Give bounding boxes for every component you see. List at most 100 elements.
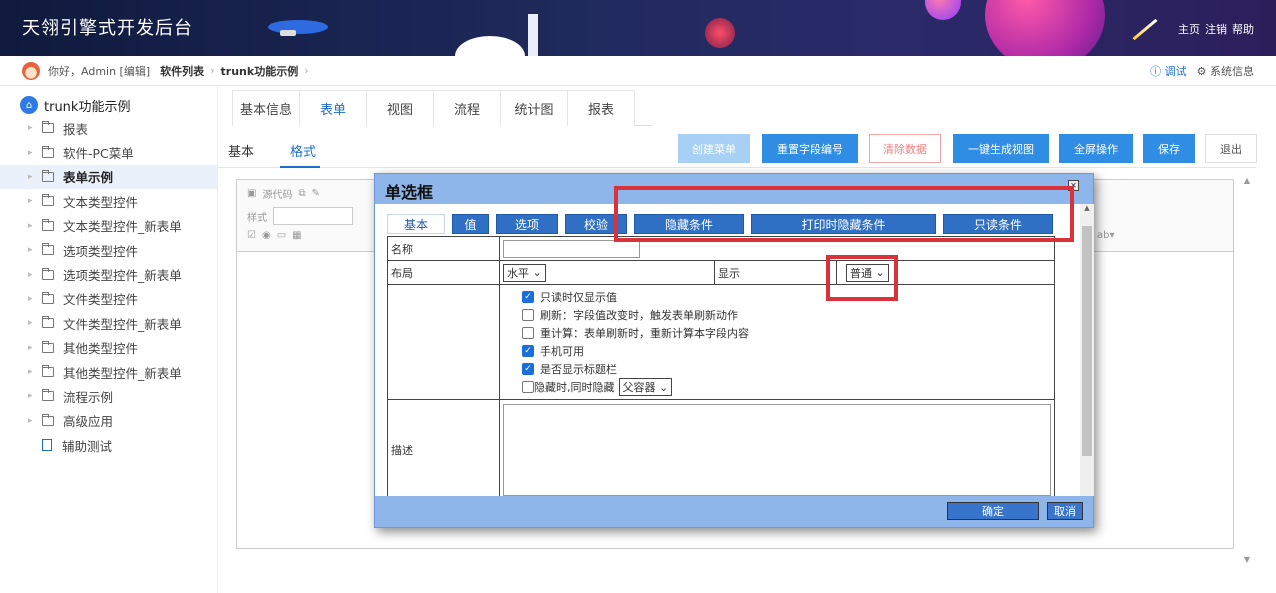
sidebar-item-label: 选项类型控件_新表单 bbox=[63, 268, 182, 284]
cancel-button[interactable]: 取消 bbox=[1047, 502, 1083, 520]
dialog-tab-value[interactable]: 值 bbox=[452, 214, 489, 234]
option-checkbox[interactable]: ✓ bbox=[522, 345, 534, 357]
debug-link[interactable]: ⓘ 调试 bbox=[1150, 63, 1187, 79]
debug-label: 调试 bbox=[1164, 65, 1187, 78]
sysinfo-link[interactable]: ⚙ 系统信息 bbox=[1197, 63, 1254, 79]
field-form: 名称 布局 水平 ⌄ 显示 普通 ⌄ ✓ 只读时仅显示值 刷新：字段值改变时，触发表… bbox=[387, 236, 1055, 496]
option-checkbox[interactable] bbox=[522, 309, 534, 321]
checkbox-icon[interactable]: ☑ bbox=[247, 230, 256, 241]
desc-label: 描述 bbox=[387, 399, 500, 496]
chevron-right-icon[interactable]: ▸ bbox=[28, 367, 42, 377]
create-menu-button[interactable]: 创建菜单 bbox=[678, 134, 750, 163]
source-code-icon[interactable]: ▣ bbox=[247, 188, 256, 199]
avatar[interactable] bbox=[22, 61, 40, 80]
chevron-right-icon[interactable]: ▸ bbox=[28, 416, 42, 426]
sidebar-item[interactable]: ▸ 文件类型控件_新表单 bbox=[0, 311, 217, 335]
ok-button[interactable]: 确定 bbox=[947, 502, 1039, 520]
option-checkbox[interactable]: ✓ bbox=[522, 363, 534, 375]
sidebar-item[interactable]: ▸ 流程示例 bbox=[0, 384, 217, 408]
tab-basic-info[interactable]: 基本信息 bbox=[232, 90, 300, 126]
lighthouse-decoration bbox=[528, 14, 538, 56]
container-select[interactable]: 父容器 ⌄ bbox=[618, 378, 673, 396]
sidebar-item[interactable]: ▸ 选项类型控件 bbox=[0, 238, 217, 262]
layout-select[interactable]: 水平 ⌄ bbox=[503, 263, 546, 282]
sidebar-item-label: 辅助测试 bbox=[62, 438, 113, 454]
check-row: ✓ 是否显示标题栏 bbox=[522, 360, 1054, 378]
blimp-decoration bbox=[268, 20, 328, 36]
scroll-up-icon[interactable]: ▲ bbox=[1080, 204, 1094, 212]
chevron-right-icon[interactable]: ▸ bbox=[28, 270, 42, 280]
name-input[interactable] bbox=[503, 239, 640, 258]
color-icon[interactable]: ab▾ bbox=[1097, 230, 1115, 241]
sidebar-item[interactable]: ▸ 选项类型控件_新表单 bbox=[0, 262, 217, 286]
clear-data-button[interactable]: 清除数据 bbox=[869, 134, 941, 163]
scroll-thumb[interactable] bbox=[1082, 226, 1092, 456]
reset-field-button[interactable]: 重置字段编号 bbox=[762, 134, 858, 163]
tab-chart[interactable]: 统计图 bbox=[500, 90, 568, 126]
dialog-tab-options[interactable]: 选项 bbox=[496, 214, 558, 234]
tab-report[interactable]: 报表 bbox=[567, 90, 635, 126]
sidebar-item[interactable]: ▸ 其他类型控件_新表单 bbox=[0, 360, 217, 384]
sidebar-item[interactable]: ▸ 高级应用 bbox=[0, 409, 217, 433]
chevron-right-icon[interactable]: ▸ bbox=[28, 294, 42, 304]
folder-icon bbox=[42, 267, 54, 280]
breadcrumb-current[interactable]: trunk功能示例 bbox=[221, 63, 299, 79]
logout-link[interactable]: 注销 bbox=[1205, 21, 1227, 37]
generate-view-button[interactable]: 一键生成视图 bbox=[953, 134, 1049, 163]
save-button[interactable]: 保存 bbox=[1143, 134, 1195, 163]
source-code-button[interactable]: 源代码 bbox=[262, 186, 292, 201]
table-icon[interactable]: ▦ bbox=[292, 230, 301, 241]
sidebar-item-label: 文本类型控件_新表单 bbox=[63, 219, 182, 235]
chevron-right-icon[interactable]: ▸ bbox=[28, 343, 42, 353]
sidebar-item[interactable]: ▸ 文件类型控件 bbox=[0, 287, 217, 311]
check-row: ✓ 只读时仅显示值 bbox=[522, 288, 1054, 306]
chevron-right-icon[interactable]: ▸ bbox=[28, 391, 42, 401]
sidebar-item[interactable]: ▸ 其他类型控件 bbox=[0, 336, 217, 360]
chevron-right-icon[interactable]: ▸ bbox=[28, 172, 42, 182]
chevron-right-icon[interactable]: ▸ bbox=[28, 245, 42, 255]
subtab-format[interactable]: 格式 bbox=[290, 141, 316, 160]
chevron-right-icon[interactable]: ▸ bbox=[28, 318, 42, 328]
tree-list: ▸ 报表 ▸ 软件-PC菜单 ▸ 表单示例 ▸ 文本类型控件 ▸ 文本类型控件_新表单 ▸ 选项类型控… bbox=[0, 116, 217, 433]
help-link[interactable]: 帮助 bbox=[1232, 21, 1254, 37]
radio-icon[interactable]: ◉ bbox=[262, 230, 271, 241]
tree-root[interactable]: ⌂ trunk功能示例 bbox=[0, 94, 217, 116]
sidebar-item[interactable]: ▸ 表单示例 bbox=[0, 164, 217, 190]
sidebar-item[interactable]: ▸ 报表 bbox=[0, 116, 217, 140]
breadcrumb-software-list[interactable]: 软件列表 bbox=[160, 63, 204, 79]
greeting-text[interactable]: 你好，Admin [编辑] bbox=[48, 63, 150, 79]
option-checkbox[interactable]: ✓ bbox=[522, 291, 534, 303]
chevron-right-icon[interactable]: ▸ bbox=[28, 123, 42, 133]
folder-icon bbox=[42, 316, 54, 329]
check-list: ✓ 只读时仅显示值 刷新：字段值改变时，触发表单刷新动作 重计算：表单刷新时，重新计算… bbox=[522, 288, 1054, 378]
dialog-tab-basic[interactable]: 基本 bbox=[387, 214, 445, 234]
sidebar-item[interactable]: ▸ 文本类型控件_新表单 bbox=[0, 214, 217, 238]
exit-button[interactable]: 退出 bbox=[1205, 134, 1257, 163]
description-textarea[interactable] bbox=[503, 403, 1051, 496]
sidebar-item-aux-test[interactable]: 辅助测试 bbox=[0, 433, 217, 457]
subtab-basic[interactable]: 基本 bbox=[228, 141, 254, 160]
tab-flow[interactable]: 流程 bbox=[433, 90, 501, 126]
sidebar-item[interactable]: ▸ 软件-PC菜单 bbox=[0, 140, 217, 164]
scroll-down-icon[interactable]: ▼ bbox=[1240, 555, 1254, 564]
fullscreen-button[interactable]: 全屏操作 bbox=[1059, 134, 1133, 163]
dialog-scrollbar[interactable]: ▲ bbox=[1080, 204, 1094, 496]
tab-form[interactable]: 表单 bbox=[299, 90, 367, 126]
home-link[interactable]: 主页 bbox=[1178, 21, 1200, 37]
option-checkbox[interactable] bbox=[522, 327, 534, 339]
chevron-right-icon[interactable]: ▸ bbox=[28, 221, 42, 231]
page-scrollbar[interactable]: ▲ ▼ bbox=[1240, 176, 1254, 564]
hide-with-checkbox[interactable] bbox=[522, 381, 534, 393]
copy-icon[interactable]: ⧉ bbox=[298, 188, 305, 199]
sidebar-item[interactable]: ▸ 文本类型控件 bbox=[0, 189, 217, 213]
tab-view[interactable]: 视图 bbox=[366, 90, 434, 126]
chevron-right-icon[interactable]: ▸ bbox=[28, 148, 42, 158]
container-value: 父容器 bbox=[622, 381, 656, 394]
style-select[interactable] bbox=[273, 207, 353, 225]
chevron-right-icon[interactable]: ▸ bbox=[28, 196, 42, 206]
hide-with-label: 隐藏时,同时隐藏 bbox=[534, 381, 615, 394]
paste-icon[interactable]: ✎ bbox=[312, 188, 320, 199]
textfield-icon[interactable]: ▭ bbox=[277, 230, 286, 241]
scroll-up-icon[interactable]: ▲ bbox=[1240, 176, 1254, 185]
sidebar-item-label: 文件类型控件_新表单 bbox=[63, 316, 182, 332]
